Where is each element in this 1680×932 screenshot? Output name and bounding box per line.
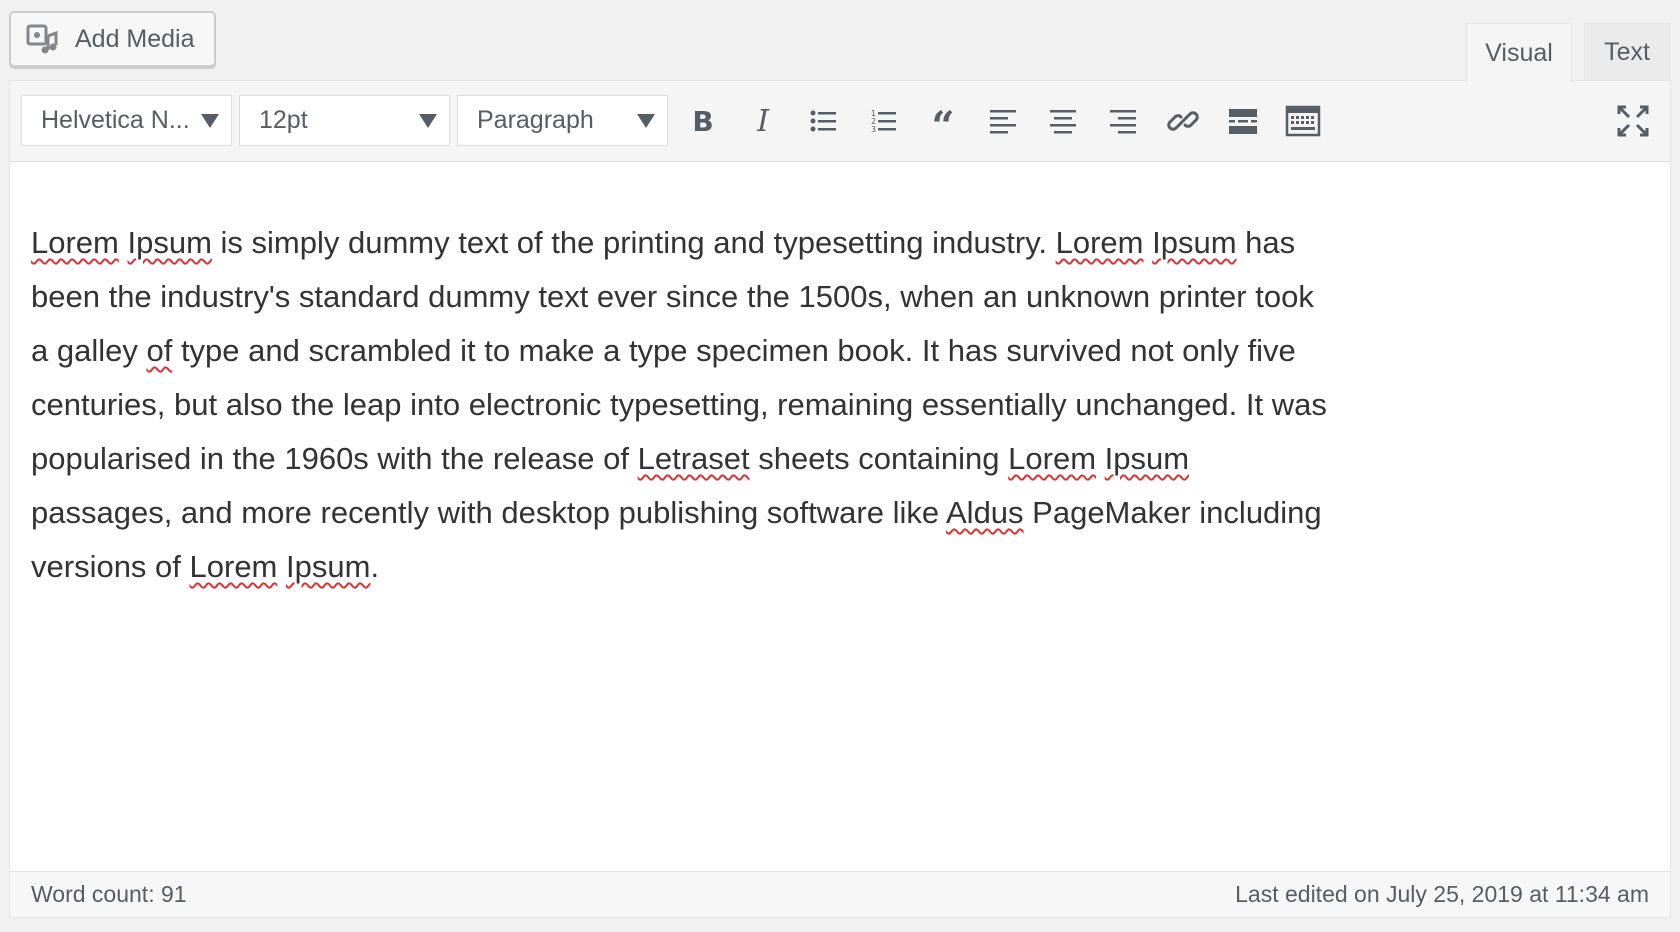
editor-toolbar: Helvetica N... 12pt Paragraph B I 1 2 3 …	[10, 81, 1670, 162]
italic-icon: I	[756, 106, 770, 136]
align-right-button[interactable]	[1100, 98, 1146, 144]
text-run	[1096, 441, 1105, 476]
align-center-button[interactable]	[1040, 98, 1086, 144]
svg-text:3: 3	[871, 125, 876, 134]
misspelled-word: Lorem	[1008, 441, 1097, 476]
link-button[interactable]	[1160, 98, 1206, 144]
format-value: Paragraph	[477, 106, 594, 134]
word-count: Word count: 91	[31, 881, 187, 907]
bold-icon: B	[692, 106, 713, 136]
bold-button[interactable]: B	[680, 98, 726, 144]
misspelled-word: Ipsum	[127, 225, 212, 260]
misspelled-word: Ipsum	[1104, 441, 1190, 476]
numbered-list-icon: 1 2 3	[871, 109, 896, 134]
misspelled-word: Lorem	[189, 549, 278, 584]
add-media-label: Add Media	[75, 24, 195, 53]
media-icon	[25, 21, 61, 57]
font-family-select[interactable]: Helvetica N...	[21, 95, 232, 146]
text-run: sheets containing	[749, 441, 1009, 476]
misspelled-word: Ipsum	[1152, 225, 1237, 260]
misspelled-word: Letraset	[637, 441, 750, 476]
add-media-button[interactable]: Add Media	[9, 11, 216, 67]
text-run: .	[370, 549, 380, 584]
format-select[interactable]: Paragraph	[457, 95, 668, 146]
last-edited: Last edited on July 25, 2019 at 11:34 am	[1235, 881, 1649, 907]
editor-statusbar: Word count: 91 Last edited on July 25, 2…	[10, 871, 1670, 917]
toolbar-toggle-icon	[1285, 105, 1321, 137]
font-size-value: 12pt	[259, 106, 308, 134]
align-left-icon	[990, 110, 1016, 134]
editor-content-area[interactable]: Lorem Ipsum is simply dummy text of the …	[31, 216, 1331, 594]
blockquote-button[interactable]: “	[920, 98, 966, 144]
italic-button[interactable]: I	[740, 98, 786, 144]
fullscreen-button[interactable]	[1610, 98, 1656, 144]
misspelled-word: Aldus	[946, 495, 1024, 530]
bullet-list-icon	[810, 110, 836, 132]
tab-text[interactable]: Text	[1584, 23, 1670, 81]
text-run: is simply dummy text of the printing and…	[211, 225, 1056, 260]
tab-visual[interactable]: Visual	[1466, 23, 1572, 83]
chevron-down-icon	[201, 114, 219, 128]
chevron-down-icon	[637, 114, 655, 128]
fullscreen-icon	[1617, 105, 1649, 137]
misspelled-word: Lorem	[1055, 225, 1144, 260]
font-family-value: Helvetica N...	[41, 106, 190, 134]
font-size-select[interactable]: 12pt	[239, 95, 450, 146]
text-run: passages, and more recently with desktop…	[31, 495, 946, 530]
bullet-list-button[interactable]	[800, 98, 846, 144]
align-right-icon	[1110, 110, 1136, 134]
text-run	[277, 549, 286, 584]
editor: Helvetica N... 12pt Paragraph B I 1 2 3 …	[9, 80, 1671, 918]
read-more-button[interactable]	[1220, 98, 1266, 144]
chevron-down-icon	[419, 114, 437, 128]
misspelled-word: Ipsum	[286, 549, 371, 584]
svg-text:I: I	[756, 106, 770, 136]
misspelled-word: Lorem	[31, 225, 119, 260]
align-left-button[interactable]	[980, 98, 1026, 144]
blockquote-icon: “	[931, 106, 954, 136]
align-center-icon	[1050, 110, 1076, 134]
text-run	[119, 225, 128, 260]
toolbar-toggle-button[interactable]	[1280, 98, 1326, 144]
link-icon	[1167, 111, 1199, 131]
svg-text:B: B	[692, 106, 713, 136]
numbered-list-button[interactable]: 1 2 3	[860, 98, 906, 144]
read-more-icon	[1229, 109, 1257, 134]
text-run	[1144, 225, 1153, 260]
svg-text:“: “	[931, 106, 954, 136]
content-paragraph: Lorem Ipsum is simply dummy text of the …	[31, 216, 1331, 594]
misspelled-word: of	[146, 333, 173, 368]
